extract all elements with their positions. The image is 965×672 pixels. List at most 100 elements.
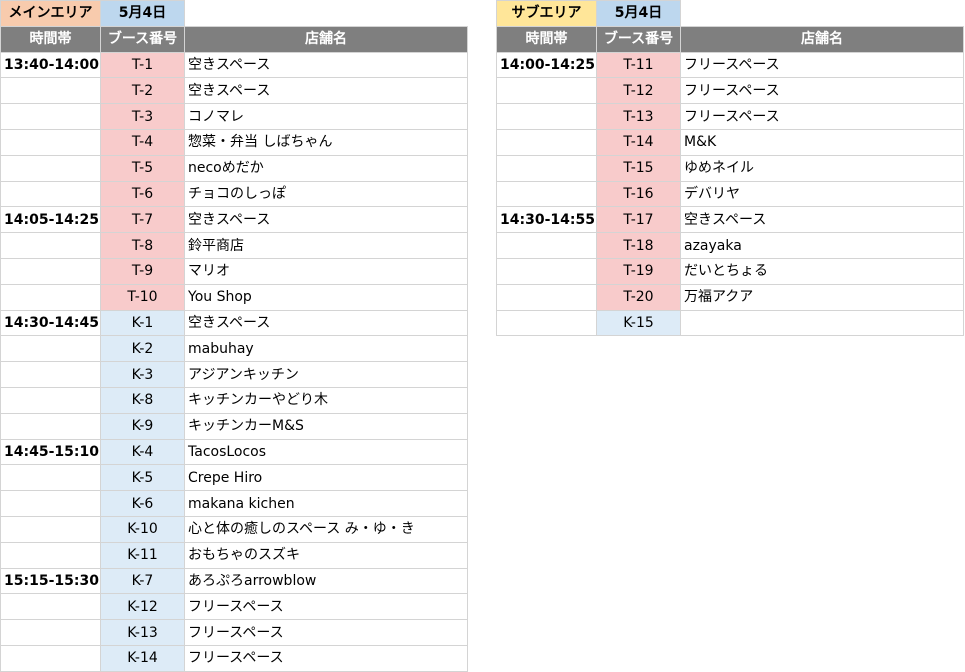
table-row: K-13 フリースペース — [0, 619, 468, 646]
time-cell: 13:40-14:00 — [0, 51, 101, 79]
time-cell — [0, 335, 101, 363]
shop-name-cell — [680, 309, 964, 337]
booth-number-cell: T-12 — [596, 77, 681, 105]
table-row: T-18 azayaka — [496, 232, 964, 259]
shop-name-cell: 惣菜・弁当 しばちゃん — [184, 128, 468, 156]
booth-number-cell: T-1 — [100, 51, 185, 79]
booth-number-cell: K-10 — [100, 515, 185, 543]
booth-number-cell: K-6 — [100, 490, 185, 517]
shop-name-cell: You Shop — [184, 283, 468, 311]
booth-number-cell: K-9 — [100, 412, 185, 440]
booth-number-cell: K-3 — [100, 361, 185, 388]
table-row: T-12 フリースペース — [496, 77, 964, 105]
shop-name-cell: 万福アクア — [680, 283, 964, 311]
time-cell — [496, 103, 597, 130]
column-header-shop: 店舗名 — [184, 25, 468, 53]
time-cell — [0, 103, 101, 130]
time-cell — [496, 128, 597, 156]
booth-number-cell: T-19 — [596, 257, 681, 285]
time-cell — [0, 154, 101, 182]
shop-name-cell: 空きスペース — [680, 206, 964, 234]
table-row: K-2 mabuhay — [0, 335, 468, 363]
booth-number-cell: K-11 — [100, 541, 185, 569]
time-cell — [496, 154, 597, 182]
column-header-shop: 店舗名 — [680, 25, 964, 53]
table-row: K-9 キッチンカーM&S — [0, 412, 468, 440]
time-cell — [0, 464, 101, 492]
table-row: K-11 おもちゃのスズキ — [0, 541, 468, 569]
time-cell — [0, 257, 101, 285]
table-row: T-4 惣菜・弁当 しばちゃん — [0, 128, 468, 156]
booth-number-cell: T-13 — [596, 103, 681, 130]
shop-name-cell: フリースペース — [680, 103, 964, 130]
table-row: K-3 アジアンキッチン — [0, 361, 468, 388]
table-row: T-9 マリオ — [0, 257, 468, 285]
table-row: K-15 — [496, 309, 964, 337]
shop-name-cell: デバリヤ — [680, 180, 964, 208]
table-row: K-12 フリースペース — [0, 593, 468, 621]
shop-name-cell: キッチンカーM&S — [184, 412, 468, 440]
table-row: T-13 フリースペース — [496, 103, 964, 130]
booth-number-cell: K-8 — [100, 386, 185, 414]
time-cell — [0, 386, 101, 414]
time-cell — [0, 361, 101, 388]
shop-name-cell: フリースペース — [184, 593, 468, 621]
table-row: K-5 Crepe Hiro — [0, 464, 468, 492]
shop-name-cell: 空きスペース — [184, 206, 468, 234]
shop-name-cell: フリースペース — [184, 644, 468, 672]
shop-name-cell: マリオ — [184, 257, 468, 285]
booth-number-cell: T-8 — [100, 232, 185, 259]
shop-name-cell: 心と体の癒しのスペース み・ゆ・き — [184, 515, 468, 543]
table-row: 13:40-14:00 T-1 空きスペース — [0, 51, 468, 79]
shop-name-cell: あろぷろarrowblow — [184, 567, 468, 595]
shop-name-cell: チョコのしっぽ — [184, 180, 468, 208]
booth-number-cell: T-18 — [596, 232, 681, 259]
time-cell — [0, 77, 101, 105]
booth-number-cell: T-7 — [100, 206, 185, 234]
booth-number-cell: K-14 — [100, 644, 185, 672]
table-row: T-20 万福アクア — [496, 283, 964, 311]
time-cell — [0, 593, 101, 621]
shop-name-cell: TacosLocos — [184, 438, 468, 466]
table-row: 14:05-14:25 T-7 空きスペース — [0, 206, 468, 234]
table-row: T-8 鈴平商店 — [0, 232, 468, 259]
time-cell: 14:45-15:10 — [0, 438, 101, 466]
booth-number-cell: T-4 — [100, 128, 185, 156]
column-header-booth: ブース番号 — [100, 25, 185, 53]
time-cell — [496, 257, 597, 285]
shop-name-cell: キッチンカーやどり木 — [184, 386, 468, 414]
table-row: 14:45-15:10 K-4 TacosLocos — [0, 438, 468, 466]
booth-number-cell: T-16 — [596, 180, 681, 208]
table-row: K-10 心と体の癒しのスペース み・ゆ・き — [0, 515, 468, 543]
table-row: 14:00-14:25 T-11 フリースペース — [496, 51, 964, 79]
booth-number-cell: T-17 — [596, 206, 681, 234]
table-row: K-14 フリースペース — [0, 644, 468, 672]
booth-number-cell: T-2 — [100, 77, 185, 105]
booth-number-cell: T-11 — [596, 51, 681, 79]
table-row: T-15 ゆめネイル — [496, 154, 964, 182]
booth-number-cell: K-13 — [100, 619, 185, 646]
shop-name-cell: 空きスペース — [184, 51, 468, 79]
time-cell — [0, 490, 101, 517]
shop-name-cell: 空きスペース — [184, 77, 468, 105]
time-cell — [0, 283, 101, 311]
booth-number-cell: T-20 — [596, 283, 681, 311]
main-column-header: 時間帯 ブース番号 店舗名 — [0, 25, 468, 53]
shop-name-cell: azayaka — [680, 232, 964, 259]
shop-name-cell: mabuhay — [184, 335, 468, 363]
time-cell — [496, 180, 597, 208]
main-area-title: メインエリア — [0, 0, 101, 27]
sub-column-header: 時間帯 ブース番号 店舗名 — [496, 25, 964, 53]
booth-number-cell: K-15 — [596, 309, 681, 337]
shop-name-cell: アジアンキッチン — [184, 361, 468, 388]
sub-area-title: サブエリア — [496, 0, 597, 27]
booth-number-cell: T-3 — [100, 103, 185, 130]
time-cell: 14:05-14:25 — [0, 206, 101, 234]
shop-name-cell: ゆめネイル — [680, 154, 964, 182]
sub-area-table: サブエリア 5月4日 時間帯 ブース番号 店舗名 14:00-14:25 T-11… — [496, 0, 964, 337]
time-cell — [496, 77, 597, 105]
shop-name-cell: フリースペース — [680, 77, 964, 105]
table-row: 14:30-14:55 T-17 空きスペース — [496, 206, 964, 234]
table-row: 14:30-14:45 K-1 空きスペース — [0, 309, 468, 337]
main-area-date: 5月4日 — [100, 0, 185, 27]
